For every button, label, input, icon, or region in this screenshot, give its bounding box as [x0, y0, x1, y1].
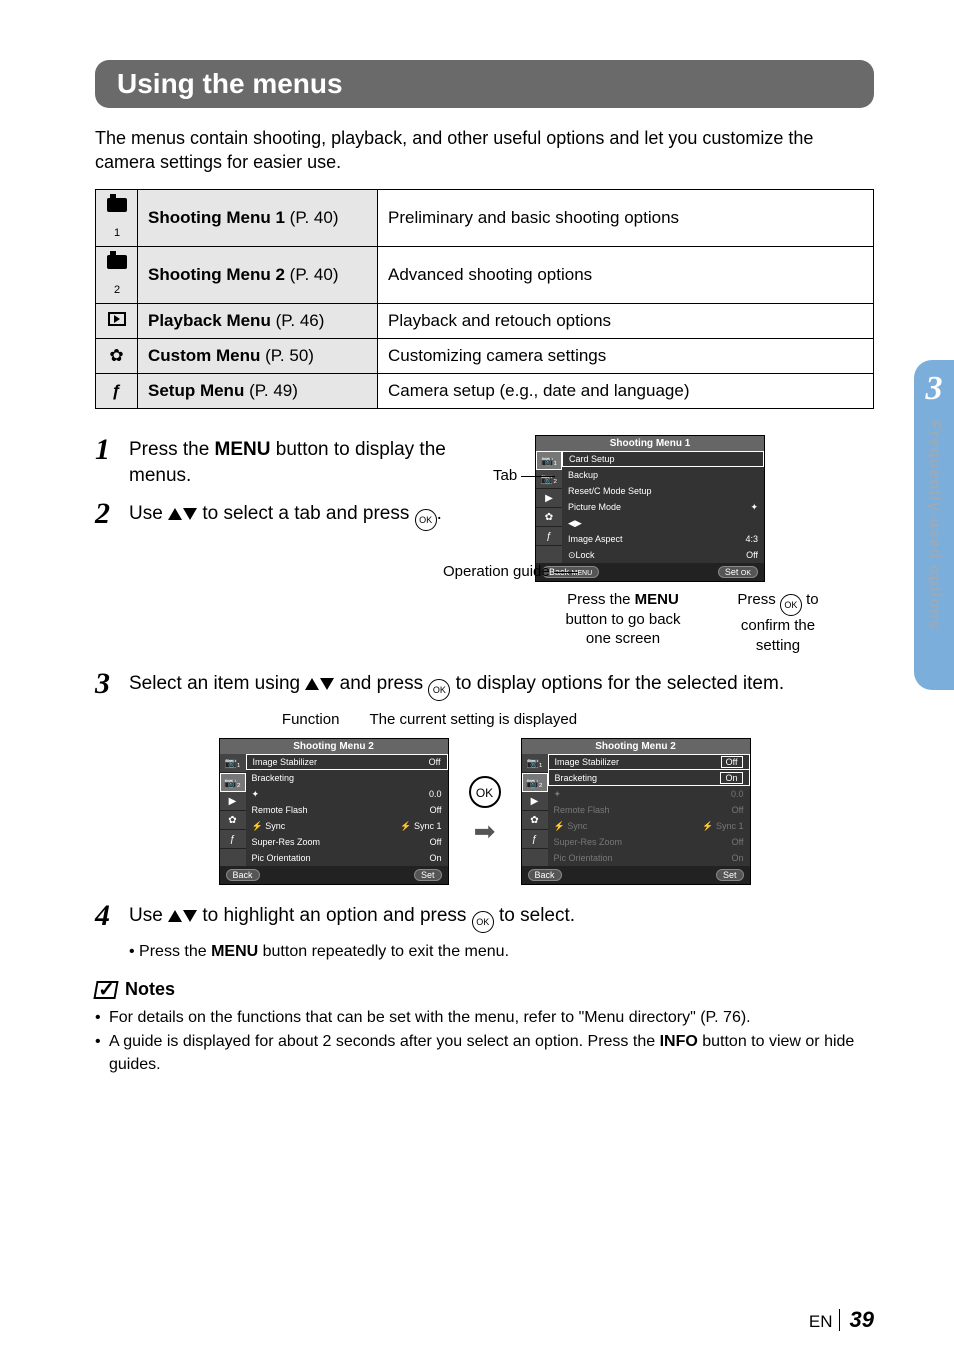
- tab-label: Tab: [493, 467, 555, 484]
- function-label: Function: [282, 711, 340, 728]
- down-icon: [183, 910, 197, 922]
- menu-table: 1 Shooting Menu 1 (P. 40) Preliminary an…: [95, 189, 874, 410]
- down-icon: [183, 508, 197, 520]
- table-row: 1 Shooting Menu 1 (P. 40) Preliminary an…: [96, 189, 874, 246]
- table-row: 2 Shooting Menu 2 (P. 40) Advanced shoot…: [96, 246, 874, 303]
- table-row: Playback Menu (P. 46) Playback and retou…: [96, 304, 874, 339]
- current-setting-label: The current setting is displayed: [369, 711, 577, 728]
- check-icon: [93, 981, 118, 999]
- operation-guide-label: Operation guide: [443, 563, 578, 581]
- table-row: ✿ Custom Menu (P. 50) Customizing camera…: [96, 339, 874, 374]
- list-item: A guide is displayed for about 2 seconds…: [95, 1030, 874, 1076]
- up-icon: [305, 678, 319, 690]
- up-icon: [168, 508, 182, 520]
- ok-icon: OK: [428, 679, 450, 701]
- camera1-icon: 1: [96, 189, 138, 246]
- list-item: For details on the functions that can be…: [95, 1006, 874, 1029]
- tab-icon: ƒ: [536, 527, 562, 546]
- notes-list: For details on the functions that can be…: [95, 1006, 874, 1076]
- down-icon: [320, 678, 334, 690]
- camera2-icon: 2: [96, 246, 138, 303]
- step-4-sub: Press the MENU button repeatedly to exit…: [129, 943, 874, 961]
- up-icon: [168, 910, 182, 922]
- playback-icon: [96, 304, 138, 339]
- tab-icon: ▶: [536, 489, 562, 508]
- ok-icon: OK: [472, 911, 494, 933]
- tab-icon: ✿: [536, 508, 562, 527]
- ok-icon: OK: [469, 776, 501, 808]
- menu-screen-3: Shooting Menu 2 📷₁📷₂▶✿ƒ Image Stabilizer…: [521, 738, 751, 885]
- intro-text: The menus contain shooting, playback, an…: [95, 126, 874, 175]
- wrench-icon: ƒ: [96, 374, 138, 409]
- menu-screen-2: Shooting Menu 2 📷₁📷₂▶✿ƒ Image Stabilizer…: [219, 738, 449, 885]
- notes-heading: Notes: [95, 979, 874, 1000]
- step-2: 2 Use to select a tab and press OK.: [95, 499, 485, 531]
- gear-icon: ✿: [96, 339, 138, 374]
- ok-icon: OK: [415, 509, 437, 531]
- step-3: 3 Select an item using and press OK to d…: [95, 669, 874, 701]
- confirm-caption: Press OK to confirm the setting: [723, 590, 833, 655]
- table-row: ƒ Setup Menu (P. 49) Camera setup (e.g.,…: [96, 374, 874, 409]
- menu-screen-1: Shooting Menu 1 📷₁ 📷₂ ▶ ✿ ƒ Card Setup: [535, 435, 765, 582]
- step-1: 1 Press the MENU button to display the m…: [95, 435, 485, 488]
- ok-icon: OK: [780, 594, 802, 616]
- step-4: 4 Use to highlight an option and press O…: [95, 901, 874, 933]
- back-caption: Press the MENU button to go back one scr…: [553, 590, 693, 655]
- section-title: Using the menus: [95, 60, 874, 108]
- page-footer: EN39: [809, 1307, 874, 1333]
- arrow-right-icon: ➡: [474, 816, 496, 847]
- chapter-tab: 3 Frequently-used options: [914, 360, 954, 690]
